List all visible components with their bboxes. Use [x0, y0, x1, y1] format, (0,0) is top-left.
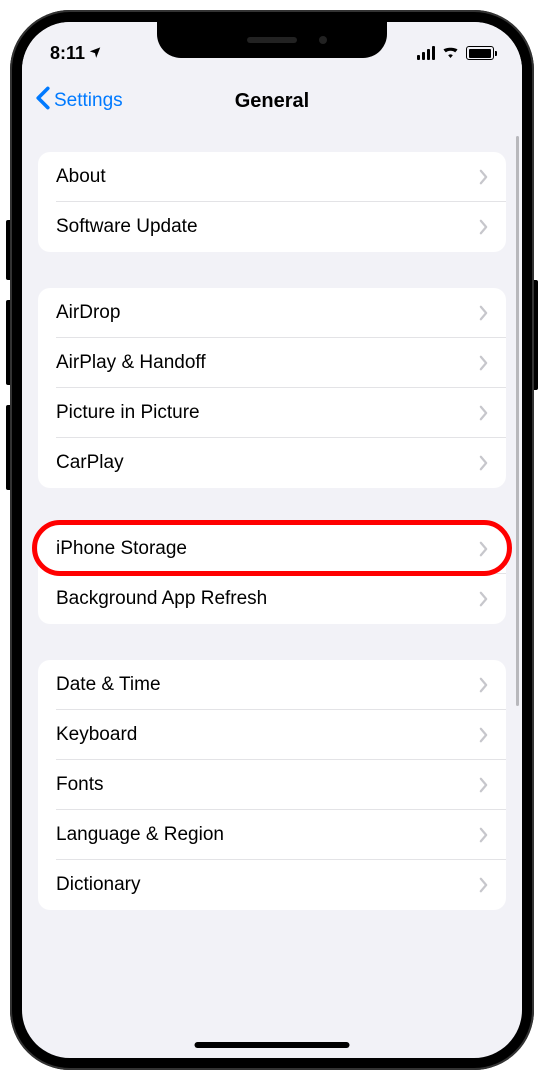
row-label: Background App Refresh	[56, 588, 267, 610]
row-label: Fonts	[56, 774, 104, 796]
row-background-app-refresh[interactable]: Background App Refresh	[38, 574, 506, 624]
chevron-right-icon	[479, 777, 488, 793]
chevron-right-icon	[479, 827, 488, 843]
row-label: Software Update	[56, 216, 198, 238]
row-label: Language & Region	[56, 824, 224, 846]
row-about[interactable]: About	[38, 152, 506, 202]
phone-frame: 8:11 Settings	[10, 10, 534, 1070]
row-airplay-handoff[interactable]: AirPlay & Handoff	[38, 338, 506, 388]
status-time: 8:11	[50, 43, 85, 64]
navigation-bar: Settings General	[22, 72, 522, 130]
row-keyboard[interactable]: Keyboard	[38, 710, 506, 760]
row-label: iPhone Storage	[56, 538, 187, 560]
chevron-right-icon	[479, 677, 488, 693]
settings-group: iPhone Storage Background App Refresh	[38, 524, 506, 624]
settings-group: About Software Update	[38, 152, 506, 252]
row-date-time[interactable]: Date & Time	[38, 660, 506, 710]
chevron-right-icon	[479, 169, 488, 185]
chevron-right-icon	[479, 591, 488, 607]
scroll-indicator[interactable]	[516, 136, 519, 706]
row-iphone-storage[interactable]: iPhone Storage	[38, 524, 506, 574]
row-dictionary[interactable]: Dictionary	[38, 860, 506, 910]
left-side-buttons	[6, 220, 10, 280]
screen: 8:11 Settings	[22, 22, 522, 1058]
chevron-right-icon	[479, 877, 488, 893]
chevron-right-icon	[479, 455, 488, 471]
speaker	[247, 37, 297, 43]
row-carplay[interactable]: CarPlay	[38, 438, 506, 488]
battery-icon	[466, 46, 494, 60]
signal-icon	[417, 46, 435, 60]
home-indicator[interactable]	[195, 1042, 350, 1048]
chevron-right-icon	[479, 305, 488, 321]
settings-group: Date & Time Keyboard Fonts Language & Regio…	[38, 660, 506, 910]
location-icon	[88, 45, 102, 62]
row-label: AirPlay & Handoff	[56, 352, 206, 374]
chevron-right-icon	[479, 405, 488, 421]
status-right	[417, 44, 494, 63]
back-button[interactable]: Settings	[34, 86, 123, 116]
settings-group: AirDrop AirPlay & Handoff Picture in Pictu…	[38, 288, 506, 488]
notch	[157, 22, 387, 58]
row-label: Keyboard	[56, 724, 137, 746]
front-camera	[319, 36, 327, 44]
chevron-right-icon	[479, 727, 488, 743]
page-title: General	[235, 90, 309, 113]
row-label: CarPlay	[56, 452, 124, 474]
row-label: Dictionary	[56, 874, 140, 896]
chevron-left-icon	[34, 86, 52, 116]
right-side-button	[534, 280, 538, 390]
row-label: Picture in Picture	[56, 402, 200, 424]
row-picture-in-picture[interactable]: Picture in Picture	[38, 388, 506, 438]
row-label: About	[56, 166, 106, 188]
back-label: Settings	[54, 90, 123, 112]
row-language-region[interactable]: Language & Region	[38, 810, 506, 860]
row-label: Date & Time	[56, 674, 161, 696]
row-software-update[interactable]: Software Update	[38, 202, 506, 252]
chevron-right-icon	[479, 541, 488, 557]
content-area: About Software Update AirDrop AirPlay & Han…	[22, 130, 522, 910]
row-label: AirDrop	[56, 302, 120, 324]
wifi-icon	[441, 44, 460, 63]
status-left: 8:11	[50, 43, 102, 64]
chevron-right-icon	[479, 219, 488, 235]
chevron-right-icon	[479, 355, 488, 371]
row-fonts[interactable]: Fonts	[38, 760, 506, 810]
row-airdrop[interactable]: AirDrop	[38, 288, 506, 338]
